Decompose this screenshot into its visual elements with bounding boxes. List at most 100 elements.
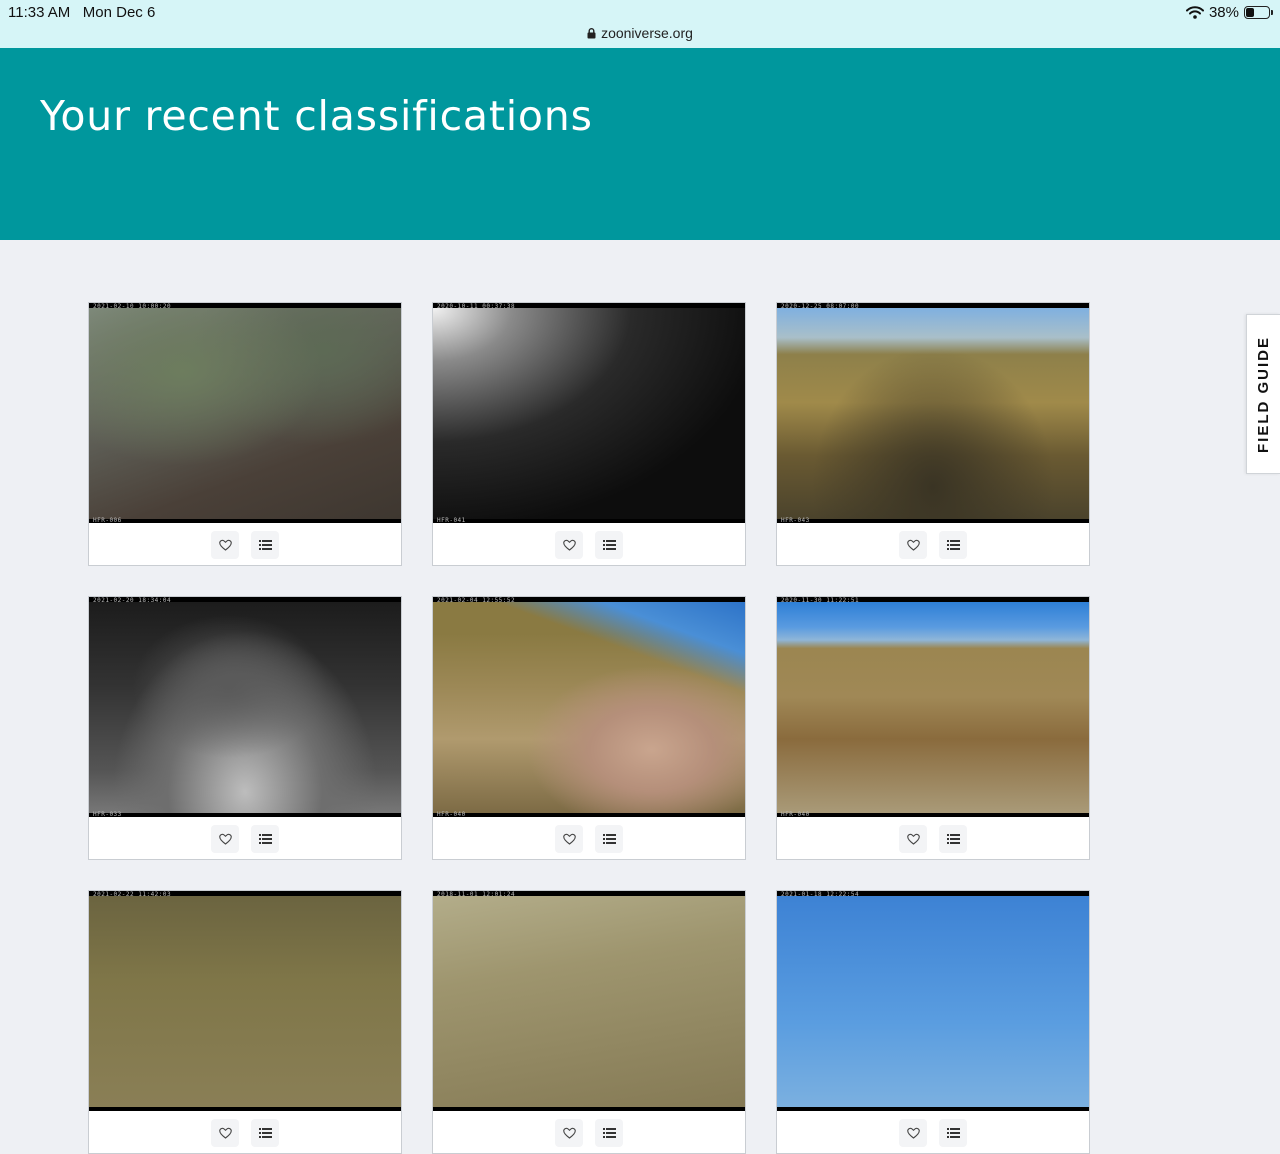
subject-image[interactable]: 2021-01-18 12:22:54 [777, 891, 1089, 1111]
heart-icon [562, 1127, 576, 1139]
subject-image[interactable]: 2020-10-11 00:37:38 HFR-041 [433, 303, 745, 524]
photo-timestamp: 2018-11-01 12:01:24 [437, 891, 516, 898]
card-actions [433, 531, 745, 559]
favorite-button[interactable] [899, 531, 927, 559]
camera-id: HFR-043 [781, 517, 810, 524]
heart-icon [218, 1127, 232, 1139]
add-to-collection-button[interactable] [939, 1119, 967, 1147]
battery-fill [1246, 8, 1254, 17]
camera-id: HFR-006 [93, 517, 122, 524]
list-icon [946, 834, 960, 844]
add-to-collection-button[interactable] [595, 825, 623, 853]
card-actions [433, 1119, 745, 1147]
list-icon [602, 1128, 616, 1138]
camera-trap-photo [777, 896, 1089, 1107]
add-to-collection-button[interactable] [251, 1119, 279, 1147]
add-to-collection-button[interactable] [251, 531, 279, 559]
lock-icon [587, 28, 596, 39]
camera-trap-photo [89, 896, 401, 1107]
status-indicators: 38% [1185, 4, 1273, 21]
card-actions [89, 825, 401, 853]
camera-id: HFR-041 [437, 517, 466, 524]
status-time: 11:33 AM [8, 4, 71, 21]
heart-icon [218, 539, 232, 551]
photo-timestamp: 2021-01-18 12:22:54 [781, 891, 860, 898]
favorite-button[interactable] [211, 531, 239, 559]
heart-icon [906, 833, 920, 845]
classification-card[interactable]: 2021-02-10 10:00:20 HFR-006 [88, 302, 402, 566]
favorite-button[interactable] [555, 1119, 583, 1147]
battery-icon [1244, 6, 1273, 19]
list-icon [946, 540, 960, 550]
favorite-button[interactable] [899, 1119, 927, 1147]
favorite-button[interactable] [211, 1119, 239, 1147]
subject-image[interactable]: 2021-02-04 12:55:52 HFR-040 [433, 597, 745, 818]
battery-percent: 38% [1208, 4, 1239, 21]
list-icon [258, 1128, 272, 1138]
card-actions [89, 1119, 401, 1147]
card-actions [89, 531, 401, 559]
page-title: Your recent classifications [40, 92, 593, 140]
camera-trap-photo [433, 896, 745, 1107]
header-banner: Your recent classifications [0, 48, 1280, 240]
status-bar: 11:33 AM Mon Dec 6 zooniverse.org 38% [0, 0, 1280, 48]
photo-timestamp: 2021-02-10 10:00:20 [93, 303, 172, 310]
subject-image[interactable]: 2020-11-30 11:22:51 HFR-040 [777, 597, 1089, 818]
list-icon [258, 834, 272, 844]
card-actions [777, 1119, 1089, 1147]
heart-icon [562, 833, 576, 845]
add-to-collection-button[interactable] [939, 531, 967, 559]
classification-card[interactable]: 2021-02-20 18:34:04 HFR-033 [88, 596, 402, 860]
photo-timestamp: 2021-02-20 18:34:04 [93, 597, 172, 604]
favorite-button[interactable] [899, 825, 927, 853]
classification-card[interactable]: 2021-01-18 12:22:54 [776, 890, 1090, 1154]
add-to-collection-button[interactable] [251, 825, 279, 853]
subject-image[interactable]: 2020-12-25 08:07:00 HFR-043 [777, 303, 1089, 524]
favorite-button[interactable] [555, 531, 583, 559]
camera-trap-photo [777, 308, 1089, 519]
camera-trap-photo [433, 602, 745, 813]
field-guide-tab[interactable]: FIELD GUIDE [1246, 314, 1280, 474]
classification-card[interactable]: 2021-02-22 11:42:03 [88, 890, 402, 1154]
camera-trap-photo [433, 308, 745, 519]
card-actions [433, 825, 745, 853]
card-actions [777, 825, 1089, 853]
card-actions [777, 531, 1089, 559]
url-text: zooniverse.org [601, 25, 693, 41]
photo-timestamp: 2020-11-30 11:22:51 [781, 597, 860, 604]
add-to-collection-button[interactable] [595, 1119, 623, 1147]
classification-card[interactable]: 2021-02-04 12:55:52 HFR-040 [432, 596, 746, 860]
classification-card[interactable]: 2018-11-01 12:01:24 [432, 890, 746, 1154]
add-to-collection-button[interactable] [595, 531, 623, 559]
heart-icon [906, 1127, 920, 1139]
add-to-collection-button[interactable] [939, 825, 967, 853]
favorite-button[interactable] [211, 825, 239, 853]
list-icon [946, 1128, 960, 1138]
photo-timestamp: 2020-12-25 08:07:00 [781, 303, 860, 310]
subject-image[interactable]: 2021-02-22 11:42:03 [89, 891, 401, 1111]
favorite-button[interactable] [555, 825, 583, 853]
classification-card[interactable]: 2020-12-25 08:07:00 HFR-043 [776, 302, 1090, 566]
photo-timestamp: 2021-02-04 12:55:52 [437, 597, 516, 604]
list-icon [602, 834, 616, 844]
wifi-icon [1185, 6, 1204, 19]
camera-id: HFR-040 [437, 811, 466, 818]
heart-icon [218, 833, 232, 845]
classification-card[interactable]: 2020-11-30 11:22:51 HFR-040 [776, 596, 1090, 860]
field-guide-label: FIELD GUIDE [1255, 335, 1273, 453]
address-bar[interactable]: zooniverse.org [0, 25, 1280, 41]
camera-id: HFR-033 [93, 811, 122, 818]
list-icon [258, 540, 272, 550]
camera-id: HFR-040 [781, 811, 810, 818]
status-date: Mon Dec 6 [82, 4, 156, 21]
photo-timestamp: 2021-02-22 11:42:03 [93, 891, 172, 898]
heart-icon [562, 539, 576, 551]
subject-image[interactable]: 2018-11-01 12:01:24 [433, 891, 745, 1111]
camera-trap-photo [777, 602, 1089, 813]
status-time-date: 11:33 AM Mon Dec 6 [8, 4, 155, 21]
heart-icon [906, 539, 920, 551]
camera-trap-photo [89, 308, 401, 519]
classification-card[interactable]: 2020-10-11 00:37:38 HFR-041 [432, 302, 746, 566]
subject-image[interactable]: 2021-02-20 18:34:04 HFR-033 [89, 597, 401, 818]
subject-image[interactable]: 2021-02-10 10:00:20 HFR-006 [89, 303, 401, 524]
